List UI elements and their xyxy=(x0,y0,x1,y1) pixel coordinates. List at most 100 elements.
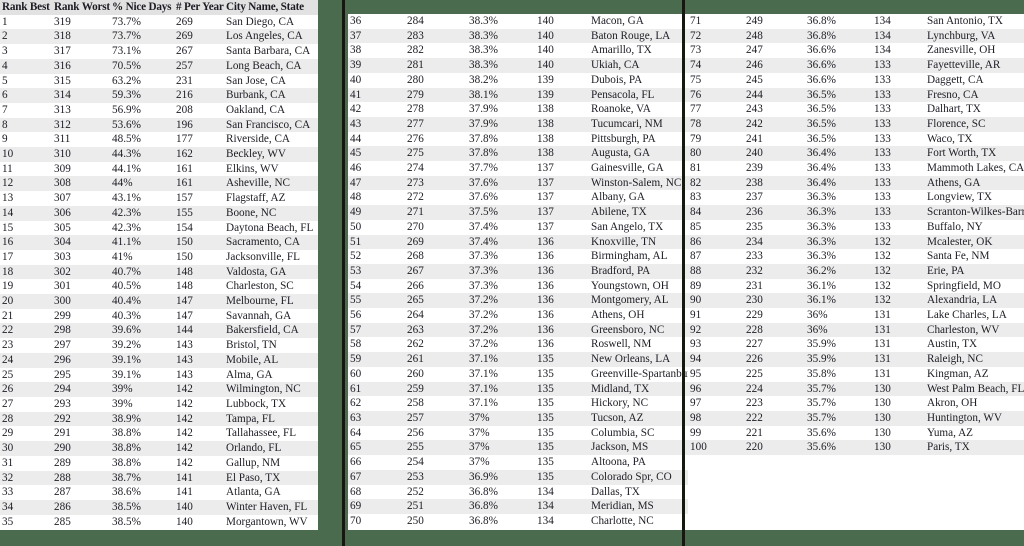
table-row[interactable]: 30 290 38.8% 142 Orlando, FL xyxy=(0,441,318,456)
table-row[interactable]: 94 226 35.9% 131 Raleigh, NC xyxy=(688,352,1024,367)
table-row[interactable]: 42 278 37.9% 138 Roanoke, VA xyxy=(348,102,690,117)
table-row[interactable]: 4 316 70.5% 257 Long Beach, CA xyxy=(0,58,318,74)
table-row[interactable]: 71 249 36.8% 134 San Antonio, TX xyxy=(688,14,1024,29)
table-row[interactable]: 60 260 37.1% 135 Greenville-Spartanburg, SC xyxy=(348,366,690,382)
table-row[interactable]: 49 271 37.5% 137 Abilene, TX xyxy=(348,205,690,220)
table-row[interactable]: 86 234 36.3% 132 Mcalester, OK xyxy=(688,234,1024,250)
header-city-name-state[interactable]: City Name, State xyxy=(224,0,318,15)
table-row[interactable]: 3 317 73.1% 267 Santa Barbara, CA xyxy=(0,44,318,59)
table-row[interactable]: 75 245 36.6% 133 Daggett, CA xyxy=(688,72,1024,88)
table-row[interactable]: 88 232 36.2% 132 Erie, PA xyxy=(688,263,1024,279)
table-row[interactable]: 11 309 44.1% 161 Elkins, WV xyxy=(0,161,318,177)
table-row[interactable]: 72 248 36.8% 134 Lynchburg, VA xyxy=(688,28,1024,44)
table-row[interactable]: 68 252 36.8% 134 Dallas, TX xyxy=(348,484,690,500)
table-row[interactable]: 14 306 42.3% 155 Boone, NC xyxy=(0,205,318,221)
table-row[interactable]: 66 254 37% 135 Altoona, PA xyxy=(348,455,690,470)
table-row[interactable]: 97 223 35.7% 130 Akron, OH xyxy=(688,396,1024,411)
table-row[interactable]: 15 305 42.3% 154 Daytona Beach, FL xyxy=(0,220,318,236)
table-row[interactable]: 16 304 41.1% 150 Sacramento, CA xyxy=(0,235,318,250)
table-row[interactable]: 92 228 36% 131 Charleston, WV xyxy=(688,322,1024,338)
table-row[interactable]: 61 259 37.1% 135 Midland, TX xyxy=(348,381,690,397)
table-row[interactable]: 22 298 39.6% 144 Bakersfield, CA xyxy=(0,323,318,339)
table-row[interactable]: 18 302 40.7% 148 Valdosta, GA xyxy=(0,264,318,280)
table-row[interactable]: 1 319 73.7% 269 San Diego, CA xyxy=(0,14,318,30)
table-row[interactable]: 53 267 37.3% 136 Bradford, PA xyxy=(348,263,690,279)
table-row[interactable]: 54 266 37.3% 136 Youngstown, OH xyxy=(348,278,690,294)
table-row[interactable]: 26 294 39% 142 Wilmington, NC xyxy=(0,382,318,397)
table-row[interactable]: 83 237 36.3% 133 Longview, TX xyxy=(688,190,1024,206)
table-row[interactable]: 5 315 63.2% 231 San Jose, CA xyxy=(0,73,318,89)
table-row[interactable]: 28 292 38.9% 142 Tampa, FL xyxy=(0,411,318,427)
table-row[interactable]: 31 289 38.8% 142 Gallup, NM xyxy=(0,455,318,471)
table-row[interactable]: 56 264 37.2% 136 Athens, OH xyxy=(348,308,690,323)
table-row[interactable]: 93 227 35.9% 131 Austin, TX xyxy=(688,337,1024,353)
table-row[interactable]: 51 269 37.4% 136 Knoxville, TN xyxy=(348,234,690,250)
table-row[interactable]: 24 296 39.1% 143 Mobile, AL xyxy=(0,352,318,368)
table-row[interactable]: 74 246 36.6% 133 Fayetteville, AR xyxy=(688,58,1024,73)
table-row[interactable]: 84 236 36.3% 133 Scranton-Wilkes-Barre, PA xyxy=(688,205,1024,220)
table-row[interactable]: 100 220 35.6% 130 Paris, TX xyxy=(688,440,1024,456)
table-row[interactable]: 17 303 41% 150 Jacksonville, FL xyxy=(0,249,318,265)
table-row[interactable]: 13 307 43.1% 157 Flagstaff, AZ xyxy=(0,191,318,206)
table-row[interactable]: 81 239 36.4% 133 Mammoth Lakes, CA xyxy=(688,161,1024,176)
table-row[interactable]: 57 263 37.2% 136 Greensboro, NC xyxy=(348,322,690,338)
table-row[interactable]: 52 268 37.3% 136 Birmingham, AL xyxy=(348,249,690,264)
table-row[interactable]: 35 285 38.5% 140 Morgantown, WV xyxy=(0,514,318,530)
table-row[interactable]: 48 272 37.6% 137 Albany, GA xyxy=(348,190,690,206)
table-row[interactable]: 99 221 35.6% 130 Yuma, AZ xyxy=(688,425,1024,441)
table-row[interactable]: 95 225 35.8% 131 Kingman, AZ xyxy=(688,366,1024,382)
table-row[interactable]: 37 283 38.3% 140 Baton Rouge, LA xyxy=(348,28,690,44)
table-row[interactable]: 25 295 39.1% 143 Alma, GA xyxy=(0,367,318,383)
table-row[interactable]: 38 282 38.3% 140 Amarillo, TX xyxy=(348,43,690,59)
table-row[interactable]: 96 224 35.7% 130 West Palm Beach, FL xyxy=(688,381,1024,397)
table-row[interactable]: 58 262 37.2% 136 Roswell, NM xyxy=(348,337,690,353)
table-row[interactable]: 34 286 38.5% 140 Winter Haven, FL xyxy=(0,499,318,515)
table-row[interactable]: 45 275 37.8% 138 Augusta, GA xyxy=(348,146,690,162)
table-row[interactable]: 78 242 36.5% 133 Florence, SC xyxy=(688,116,1024,132)
table-row[interactable]: 59 261 37.1% 135 New Orleans, LA xyxy=(348,352,690,367)
table-row[interactable]: 50 270 37.4% 137 San Angelo, TX xyxy=(348,219,690,235)
table-row[interactable]: 40 280 38.2% 139 Dubois, PA xyxy=(348,72,690,88)
table-row[interactable]: 64 256 37% 135 Columbia, SC xyxy=(348,425,690,441)
table-row[interactable]: 32 288 38.7% 141 El Paso, TX xyxy=(0,470,318,486)
table-row[interactable]: 43 277 37.9% 138 Tucumcari, NM xyxy=(348,116,690,132)
table-row[interactable]: 73 247 36.6% 134 Zanesville, OH xyxy=(688,43,1024,59)
table-row[interactable]: 76 244 36.5% 133 Fresno, CA xyxy=(688,87,1024,103)
table-row[interactable]: 20 300 40.4% 147 Melbourne, FL xyxy=(0,294,318,309)
table-row[interactable]: 79 241 36.5% 133 Waco, TX xyxy=(688,131,1024,147)
table-row[interactable]: 63 257 37% 135 Tucson, AZ xyxy=(348,410,690,426)
header-pct-nice-days[interactable]: % Nice Days xyxy=(110,0,174,15)
table-row[interactable]: 69 251 36.8% 134 Meridian, MS xyxy=(348,499,690,514)
table-row[interactable]: 23 297 39.2% 143 Bristol, TN xyxy=(0,338,318,353)
table-row[interactable]: 98 222 35.7% 130 Huntington, WV xyxy=(688,410,1024,426)
table-row[interactable]: 91 229 36% 131 Lake Charles, LA xyxy=(688,308,1024,323)
table-row[interactable]: 65 255 37% 135 Jackson, MS xyxy=(348,440,690,456)
table-row[interactable]: 46 274 37.7% 137 Gainesville, GA xyxy=(348,161,690,176)
table-row[interactable]: 6 314 59.3% 216 Burbank, CA xyxy=(0,88,318,103)
table-row[interactable]: 62 258 37.1% 135 Hickory, NC xyxy=(348,396,690,411)
table-row[interactable]: 90 230 36.1% 132 Alexandria, LA xyxy=(688,293,1024,309)
table-row[interactable]: 39 281 38.3% 140 Ukiah, CA xyxy=(348,58,690,73)
header-rank-best[interactable]: Rank Best xyxy=(0,0,52,15)
table-row[interactable]: 33 287 38.6% 141 Atlanta, GA xyxy=(0,485,318,500)
table-row[interactable]: 67 253 36.9% 135 Colorado Spr, CO xyxy=(348,469,690,485)
table-row[interactable]: 82 238 36.4% 133 Athens, GA xyxy=(688,175,1024,191)
table-row[interactable]: 21 299 40.3% 147 Savannah, GA xyxy=(0,308,318,324)
table-row[interactable]: 70 250 36.8% 134 Charlotte, NC xyxy=(348,513,690,529)
table-row[interactable]: 47 273 37.6% 137 Winston-Salem, NC xyxy=(348,175,690,191)
table-row[interactable]: 19 301 40.5% 148 Charleston, SC xyxy=(0,279,318,295)
table-row[interactable]: 89 231 36.1% 132 Springfield, MO xyxy=(688,278,1024,294)
table-row[interactable]: 12 308 44% 161 Asheville, NC xyxy=(0,176,318,192)
table-row[interactable]: 85 235 36.3% 133 Buffalo, NY xyxy=(688,219,1024,235)
table-row[interactable]: 80 240 36.4% 133 Fort Worth, TX xyxy=(688,146,1024,162)
table-row[interactable]: 55 265 37.2% 136 Montgomery, AL xyxy=(348,293,690,309)
table-row[interactable]: 9 311 48.5% 177 Riverside, CA xyxy=(0,132,318,148)
table-row[interactable]: 41 279 38.1% 139 Pensacola, FL xyxy=(348,87,690,103)
table-row[interactable]: 2 318 73.7% 269 Los Angeles, CA xyxy=(0,29,318,45)
header-num-per-year[interactable]: # Per Year xyxy=(174,0,224,15)
table-row[interactable]: 10 310 44.3% 162 Beckley, WV xyxy=(0,147,318,162)
table-row[interactable]: 29 291 38.8% 142 Tallahassee, FL xyxy=(0,426,318,442)
table-row[interactable]: 77 243 36.5% 133 Dalhart, TX xyxy=(688,102,1024,117)
table-row[interactable]: 44 276 37.8% 138 Pittsburgh, PA xyxy=(348,131,690,147)
table-row[interactable]: 87 233 36.3% 132 Santa Fe, NM xyxy=(688,249,1024,264)
